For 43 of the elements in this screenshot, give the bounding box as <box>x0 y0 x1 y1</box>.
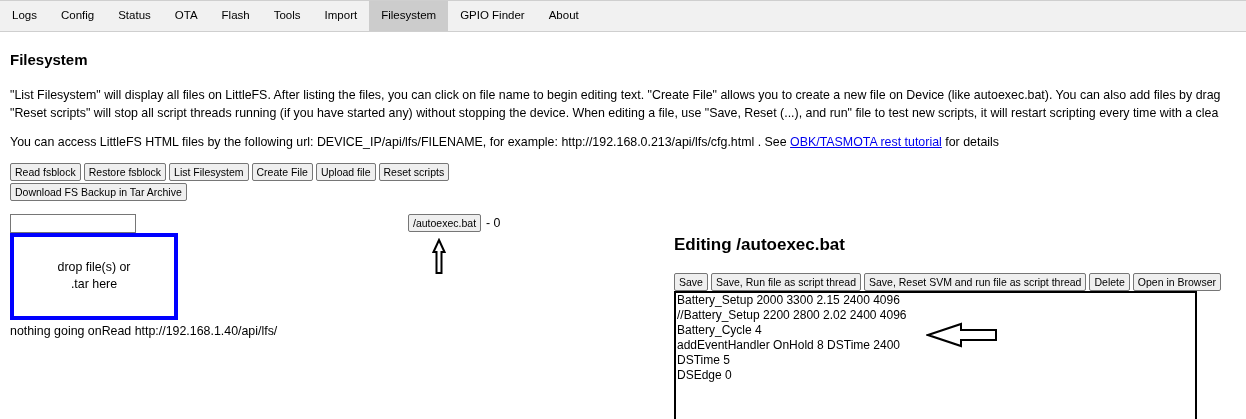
file-input[interactable] <box>10 213 136 233</box>
file-size: - 0 <box>486 214 501 232</box>
tab[interactable]: Flash <box>209 1 262 31</box>
code-line: Battery_Setup 2000 3300 2.15 2400 4096 <box>677 293 900 308</box>
tab[interactable]: About <box>536 1 591 31</box>
editor-button[interactable]: Save, Run file as script thread <box>710 273 861 291</box>
tab[interactable]: Config <box>48 1 107 31</box>
tab[interactable]: Filesystem <box>369 1 449 31</box>
tab[interactable]: Status <box>106 1 163 31</box>
drop-zone-text: drop file(s) or <box>57 259 131 276</box>
drop-zone[interactable]: drop file(s) or .tar here <box>10 232 178 320</box>
up-arrow-icon <box>432 238 446 277</box>
editor-button[interactable]: Open in Browser <box>1132 273 1221 291</box>
file-button[interactable]: /autoexec.bat <box>408 213 482 232</box>
drop-zone-text: .tar here <box>70 276 118 293</box>
code-line: //Battery_Setup 2200 2800 2.02 2400 4096 <box>677 308 907 323</box>
toolbar-button[interactable]: Read fsblock <box>10 162 81 181</box>
code-line: DSTime 5 <box>677 353 730 368</box>
editor-button[interactable]: Delete <box>1089 273 1130 291</box>
tab[interactable]: GPIO Finder <box>448 1 537 31</box>
toolbar-button[interactable]: Reset scripts <box>378 162 450 181</box>
tab[interactable]: Logs <box>0 1 49 31</box>
intro-text: "List Filesystem" will display all files on LittleFS. After listing the files, you can click on file name to begin editing text. "Create File" allows you to create a new file on Device (like autoexec.bat). You can also add files by drag <box>10 86 1221 104</box>
tab[interactable]: OTA <box>162 1 210 31</box>
tab[interactable]: Import <box>312 1 370 31</box>
tutorial-link[interactable]: OBK/TASMOTA rest tutorial <box>790 134 942 149</box>
editor-button[interactable]: Save <box>674 273 708 291</box>
toolbar-button[interactable]: Create File <box>251 162 313 181</box>
editor-button[interactable]: Save, Reset SVM and run file as script thread <box>864 273 1087 291</box>
page-heading: Filesystem <box>10 50 89 70</box>
left-arrow-icon <box>926 321 998 348</box>
toolbar-button[interactable]: Download FS Backup in Tar Archive <box>10 182 187 201</box>
editor-heading: Editing /autoexec.bat <box>674 233 846 256</box>
code-line: addEventHandler OnHold 8 DSTime 2400 <box>677 338 900 353</box>
toolbar-button[interactable]: List Filesystem <box>169 162 249 181</box>
intro-text: "Reset scripts" will stop all script threads running (if you have started any) without stopping the device. When editing a file, use "Save, Reset (...), and run" file to test new scripts, it will restart scripting every time with a clea <box>10 104 1219 122</box>
code-line: DSEdge 0 <box>677 368 732 383</box>
toolbar-button[interactable]: Upload file <box>315 162 376 181</box>
status-text: nothing going onRead http://192.168.1.40/api/lfs/ <box>10 322 278 340</box>
toolbar-button[interactable]: Restore fsblock <box>83 162 167 181</box>
tab[interactable]: Tools <box>261 1 313 31</box>
code-line: Battery_Cycle 4 <box>677 323 762 338</box>
access-note: You can access LittleFS HTML files by the following url: DEVICE_IP/api/lfs/FILENAME, for example: http://192.168.0.213/api/lfs/cfg.html . See OBK/TASMOTA rest tutorial for details <box>10 133 999 151</box>
